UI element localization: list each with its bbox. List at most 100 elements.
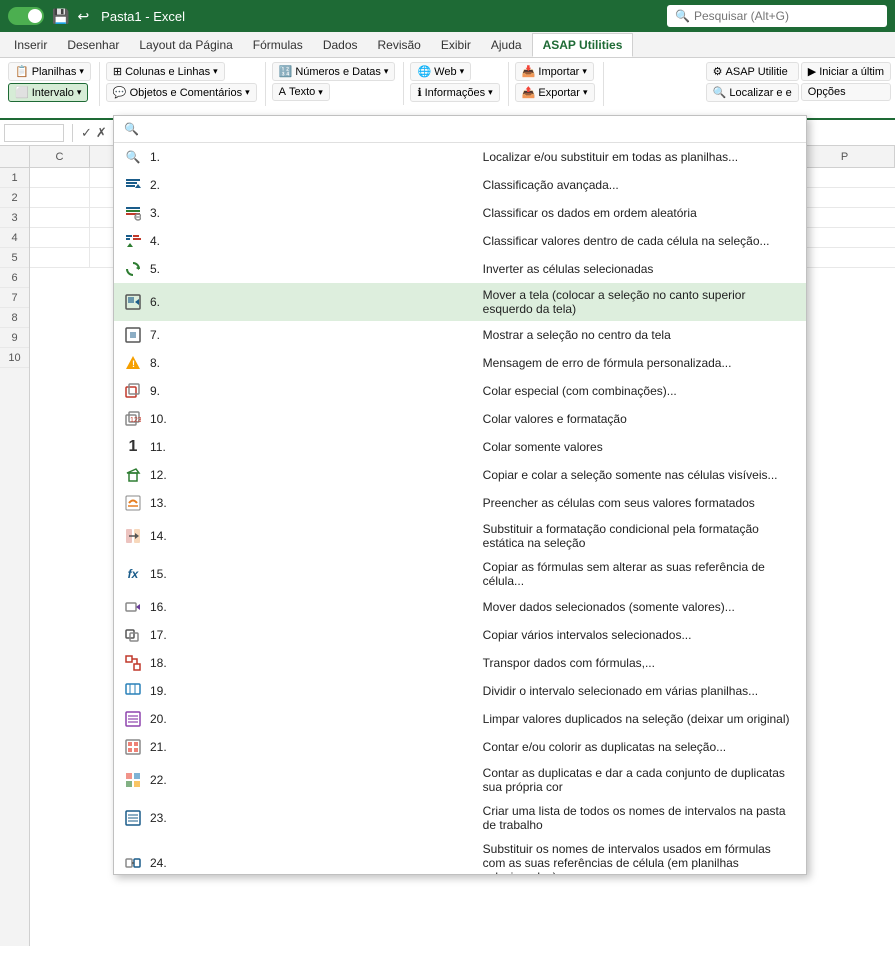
cell-c4[interactable] <box>30 228 90 248</box>
list-item[interactable]: 18. Transpor dados com fórmulas,... <box>114 649 806 677</box>
ribbon-btn-exportar[interactable]: 📤 Exportar ▾ <box>515 83 595 102</box>
cell-c2[interactable] <box>30 188 90 208</box>
item-7-icon <box>124 326 142 344</box>
toggle-switch[interactable] <box>8 7 44 25</box>
list-item[interactable]: 14. Substituir a formatação condicional … <box>114 517 806 555</box>
ribbon-btn-opcoes[interactable]: Opções <box>801 83 891 101</box>
ribbon-btn-info[interactable]: ℹ Informações ▾ <box>410 83 499 102</box>
list-item[interactable]: 5. Inverter as células selecionadas <box>114 255 806 283</box>
cell-c5[interactable] <box>30 248 90 268</box>
ribbon-btn-importar[interactable]: 📥 Importar ▾ <box>515 62 594 81</box>
list-item[interactable]: 17. Copiar vários intervalos selecionado… <box>114 621 806 649</box>
row-num-8: 8 <box>0 308 29 328</box>
menu-item-inserir[interactable]: Inserir <box>4 34 57 56</box>
checkmark-icon[interactable]: ✓ <box>81 125 92 141</box>
item-15-icon: fx <box>124 565 142 583</box>
row-num-3: 3 <box>0 208 29 228</box>
cell-c3[interactable] <box>30 208 90 228</box>
list-item[interactable]: 21. Contar e/ou colorir as duplicatas na… <box>114 733 806 761</box>
save-icon[interactable]: 💾 <box>52 8 69 25</box>
ribbon-btn-web[interactable]: 🌐 Web ▾ <box>410 62 471 81</box>
menu-item-layout[interactable]: Layout da Página <box>129 34 242 56</box>
item-20-label: Limpar valores duplicados na seleção (de… <box>483 712 796 726</box>
item-6-icon <box>124 293 142 311</box>
ribbon-btn-asap[interactable]: ⚙ ASAP Utilitie <box>706 62 799 81</box>
list-item[interactable]: 1 11. Colar somente valores <box>114 433 806 461</box>
list-item[interactable]: 19. Dividir o intervalo selecionado em v… <box>114 677 806 705</box>
ribbon-btn-iniciar[interactable]: ▶ Iniciar a últim <box>801 62 891 81</box>
ribbon-btn-texto[interactable]: A Texto ▾ <box>272 83 330 101</box>
window-title: Pasta1 - Excel <box>101 9 185 24</box>
ribbon-btn-planilhas[interactable]: 📋 Planilhas ▾ <box>8 62 91 81</box>
list-item[interactable]: 7. Mostrar a seleção no centro da tela <box>114 321 806 349</box>
list-item[interactable]: 22. Contar as duplicatas e dar a cada co… <box>114 761 806 799</box>
col-header-p[interactable]: P <box>795 146 895 167</box>
menu-item-desenhar[interactable]: Desenhar <box>57 34 129 56</box>
dropdown-menu: 🔍 🔍 1. Localizar e/ou substituir em toda… <box>113 115 807 875</box>
dropdown-search-input[interactable] <box>145 122 796 136</box>
item-12-icon <box>124 466 142 484</box>
menu-item-formulas[interactable]: Fórmulas <box>243 34 313 56</box>
item-11-label: Colar somente valores <box>483 440 796 454</box>
item-11-num: 11. <box>150 440 463 454</box>
exportar-icon: 📤 <box>522 86 536 99</box>
menu-item-dados[interactable]: Dados <box>313 34 368 56</box>
svg-text:!: ! <box>132 359 135 369</box>
undo-icon[interactable]: ↩ <box>77 8 89 25</box>
menu-item-revisao[interactable]: Revisão <box>368 34 431 56</box>
web-icon: 🌐 <box>417 65 431 78</box>
search-box[interactable]: 🔍 <box>667 5 887 27</box>
info-caret: ▾ <box>488 87 493 98</box>
ribbon: 📋 Planilhas ▾ ⬜ Intervalo ▾ ⊞ Colunas e … <box>0 58 895 120</box>
item-18-icon <box>124 654 142 672</box>
localize-icon: 🔍 <box>713 86 727 99</box>
importar-caret: ▾ <box>582 66 587 77</box>
list-item[interactable]: 4. Classificar valores dentro de cada cé… <box>114 227 806 255</box>
cancel-formula-icon[interactable]: ✗ <box>96 125 107 141</box>
cell-reference[interactable] <box>4 124 64 142</box>
ribbon-btn-colunas[interactable]: ⊞ Colunas e Linhas ▾ <box>106 62 225 81</box>
menu-item-asap[interactable]: ASAP Utilities <box>532 33 634 57</box>
item-13-num: 13. <box>150 496 463 510</box>
item-1-text: 1. <box>150 150 463 164</box>
list-item[interactable]: 23. Criar uma lista de todos os nomes de… <box>114 799 806 837</box>
list-item[interactable]: 12. Copiar e colar a seleção somente nas… <box>114 461 806 489</box>
list-item[interactable]: 20. Limpar valores duplicados na seleção… <box>114 705 806 733</box>
list-item[interactable]: 3. Classificar os dados em ordem aleatór… <box>114 199 806 227</box>
ribbon-btn-numeros[interactable]: 🔢 Números e Datas ▾ <box>272 62 396 81</box>
item-4-label: Classificar valores dentro de cada célul… <box>483 234 796 248</box>
ribbon-btn-localize[interactable]: 🔍 Localizar e e <box>706 83 799 102</box>
formula-divider <box>72 124 73 142</box>
objetos-icon: 💬 <box>113 86 127 99</box>
item-11-icon: 1 <box>124 438 142 456</box>
item-1-icon: 🔍 <box>124 148 142 166</box>
list-item[interactable]: 16. Mover dados selecionados (somente va… <box>114 593 806 621</box>
list-item[interactable]: 2. Classificação avançada... <box>114 171 806 199</box>
list-item[interactable]: 123 10. Colar valores e formatação <box>114 405 806 433</box>
item-16-num: 16. <box>150 600 463 614</box>
row-numbers: 1 2 3 4 5 6 7 8 9 10 <box>0 168 30 946</box>
col-header-c[interactable]: C <box>30 146 90 167</box>
ribbon-btn-intervalo[interactable]: ⬜ Intervalo ▾ <box>8 83 88 102</box>
search-input[interactable] <box>694 9 874 23</box>
list-item[interactable]: 24. Substituir os nomes de intervalos us… <box>114 837 806 875</box>
item-23-num: 23. <box>150 811 463 825</box>
list-item[interactable]: 13. Preencher as células com seus valore… <box>114 489 806 517</box>
ribbon-btn-objetos[interactable]: 💬 Objetos e Comentários ▾ <box>106 83 257 102</box>
cell-c1[interactable] <box>30 168 90 188</box>
list-item[interactable]: 9. Colar especial (com combinações)... <box>114 377 806 405</box>
row-num-6: 6 <box>0 268 29 288</box>
row-num-7: 7 <box>0 288 29 308</box>
planilhas-icon: 📋 <box>15 65 29 78</box>
item-7-num: 7. <box>150 328 463 342</box>
list-item[interactable]: 🔍 1. Localizar e/ou substituir em todas … <box>114 143 806 171</box>
list-item[interactable]: fx 15. Copiar as fórmulas sem alterar as… <box>114 555 806 593</box>
menu-item-exibir[interactable]: Exibir <box>431 34 481 56</box>
numeros-icon: 🔢 <box>279 65 293 78</box>
list-item[interactable]: ! 8. Mensagem de erro de fórmula persona… <box>114 349 806 377</box>
colunas-icon: ⊞ <box>113 65 122 78</box>
dropdown-search-bar: 🔍 <box>114 116 806 143</box>
menu-item-ajuda[interactable]: Ajuda <box>481 34 532 56</box>
web-caret: ▾ <box>460 66 465 77</box>
list-item[interactable]: 6. Mover a tela (colocar a seleção no ca… <box>114 283 806 321</box>
